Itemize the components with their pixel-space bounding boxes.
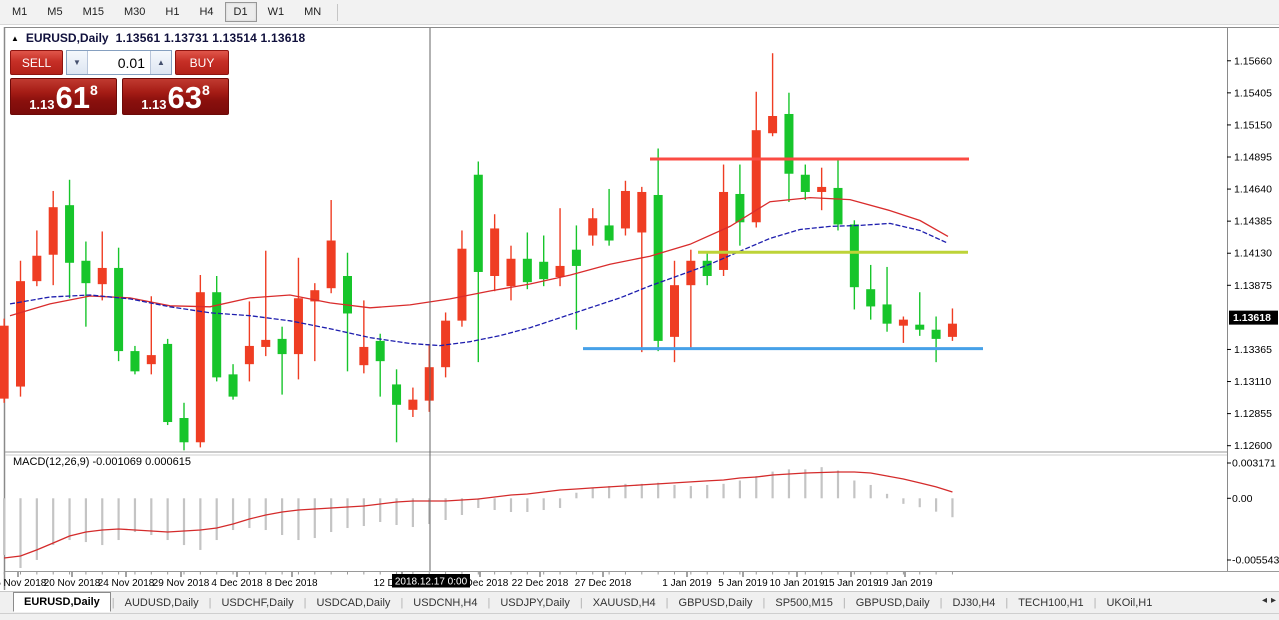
toolbar-separator xyxy=(337,4,338,21)
timeframe-button-m15[interactable]: M15 xyxy=(74,2,113,22)
svg-text:5 Jan 2019: 5 Jan 2019 xyxy=(718,578,768,589)
svg-text:15 Nov 2018: 15 Nov 2018 xyxy=(0,578,47,589)
svg-text:1.12855: 1.12855 xyxy=(1234,408,1272,420)
volume-increase-button[interactable]: ▲ xyxy=(150,51,171,74)
timeframe-button-m1[interactable]: M1 xyxy=(3,2,36,22)
svg-text:24 Nov 2018: 24 Nov 2018 xyxy=(98,578,155,589)
tab-separator: | xyxy=(112,597,115,609)
timeframe-button-mn[interactable]: MN xyxy=(295,2,330,22)
svg-text:1.15405: 1.15405 xyxy=(1234,87,1272,99)
sell-price-box[interactable]: 1.13618 xyxy=(10,78,117,115)
svg-text:27 Dec 2018: 27 Dec 2018 xyxy=(575,578,632,589)
svg-text:8 Dec 2018: 8 Dec 2018 xyxy=(266,578,318,589)
svg-text:4 Dec 2018: 4 Dec 2018 xyxy=(211,578,263,589)
svg-text:1.15150: 1.15150 xyxy=(1234,119,1272,131)
volume-decrease-button[interactable]: ▼ xyxy=(67,51,88,74)
buy-price-prefix: 1.13 xyxy=(141,98,166,111)
svg-text:1.13618: 1.13618 xyxy=(1233,312,1271,324)
symbol-tab-gbpusd-7[interactable]: GBPUSD,Daily xyxy=(670,595,762,611)
symbol-tab-usdcnh-4[interactable]: USDCNH,H4 xyxy=(404,595,486,611)
svg-text:1.14895: 1.14895 xyxy=(1234,152,1272,164)
svg-text:2018.12.17 0:00: 2018.12.17 0:00 xyxy=(395,577,468,588)
svg-text:1 Jan 2019: 1 Jan 2019 xyxy=(662,578,712,589)
svg-text:10 Jan 2019: 10 Jan 2019 xyxy=(769,578,824,589)
symbol-tab-xauusd-6[interactable]: XAUUSD,H4 xyxy=(584,595,665,611)
svg-text:1.14130: 1.14130 xyxy=(1234,248,1272,260)
status-bar xyxy=(0,613,1279,620)
buy-price-box[interactable]: 1.13638 xyxy=(122,78,229,115)
svg-text:-0.005543: -0.005543 xyxy=(1232,554,1279,566)
chart-ohlc-values: 1.13561 1.13731 1.13514 1.13618 xyxy=(116,31,306,45)
macd-indicator-label: MACD(12,26,9) -0.001069 0.000615 xyxy=(13,456,191,468)
sell-price-prefix: 1.13 xyxy=(29,98,54,111)
chart-title: ▲ EURUSD,Daily 1.13561 1.13731 1.13514 1… xyxy=(11,31,305,45)
chevron-up-icon: ▲ xyxy=(157,58,165,67)
timeframe-button-w1[interactable]: W1 xyxy=(259,2,294,22)
sell-price-sup: 8 xyxy=(90,82,98,98)
sell-price-big: 61 xyxy=(56,85,90,111)
timeframe-button-h4[interactable]: H4 xyxy=(190,2,222,22)
symbol-tab-usdjpy-5[interactable]: USDJPY,Daily xyxy=(491,595,579,611)
timeframe-button-d1[interactable]: D1 xyxy=(225,2,257,22)
svg-text:1.13110: 1.13110 xyxy=(1234,376,1271,388)
tab-separator: | xyxy=(580,597,583,609)
symbol-tab-ukoil-12[interactable]: UKOil,H1 xyxy=(1097,595,1161,611)
volume-input[interactable] xyxy=(88,51,150,74)
timeframe-button-m30[interactable]: M30 xyxy=(115,2,154,22)
svg-text:1.15660: 1.15660 xyxy=(1234,55,1272,67)
svg-text:0.00: 0.00 xyxy=(1232,493,1253,505)
svg-text:1.14640: 1.14640 xyxy=(1234,184,1272,196)
svg-text:0.003171: 0.003171 xyxy=(1232,458,1276,470)
tab-separator: | xyxy=(940,597,943,609)
tab-separator: | xyxy=(666,597,669,609)
svg-text:29 Nov 2018: 29 Nov 2018 xyxy=(153,578,210,589)
tab-separator: | xyxy=(843,597,846,609)
symbol-tab-usdcad-3[interactable]: USDCAD,Daily xyxy=(307,595,399,611)
buy-price-big: 63 xyxy=(168,85,202,111)
chart-symbol-label: EURUSD,Daily xyxy=(26,31,109,45)
svg-text:1.14385: 1.14385 xyxy=(1234,216,1272,228)
symbol-tab-audusd-1[interactable]: AUDUSD,Daily xyxy=(116,595,208,611)
tab-separator: | xyxy=(209,597,212,609)
svg-text:1.12600: 1.12600 xyxy=(1234,440,1272,452)
collapse-icon[interactable]: ▲ xyxy=(11,34,19,43)
svg-text:1.13365: 1.13365 xyxy=(1234,344,1272,356)
chevron-down-icon: ▼ xyxy=(73,58,81,67)
buy-button[interactable]: BUY xyxy=(175,50,229,75)
tab-separator: | xyxy=(1094,597,1097,609)
svg-text:19 Jan 2019: 19 Jan 2019 xyxy=(877,578,932,589)
symbol-tab-dj30-10[interactable]: DJ30,H4 xyxy=(944,595,1005,611)
one-click-trading-panel: SELL ▼ ▲ BUY 1.13618 1.13638 xyxy=(10,50,229,115)
symbol-tab-usdchf-2[interactable]: USDCHF,Daily xyxy=(212,595,302,611)
mt4-app: M1M5M15M30H1H4D1W1MN MACD(12,26,9) -0.00… xyxy=(0,0,1279,620)
svg-text:22 Dec 2018: 22 Dec 2018 xyxy=(512,578,569,589)
symbol-tab-gbpusd-9[interactable]: GBPUSD,Daily xyxy=(847,595,939,611)
tab-separator: | xyxy=(1005,597,1008,609)
tab-separator: | xyxy=(304,597,307,609)
tab-separator: | xyxy=(487,597,490,609)
sell-button[interactable]: SELL xyxy=(10,50,63,75)
tab-separator: | xyxy=(400,597,403,609)
svg-text:15 Jan 2019: 15 Jan 2019 xyxy=(823,578,878,589)
symbol-tab-sp500-8[interactable]: SP500,M15 xyxy=(766,595,841,611)
volume-stepper: ▼ ▲ xyxy=(66,50,172,75)
timeframe-toolbar: M1M5M15M30H1H4D1W1MN xyxy=(0,0,1279,25)
tab-scroll-right-icon[interactable]: ▸ xyxy=(1271,595,1276,606)
symbol-tab-eurusd-0[interactable]: EURUSD,Daily xyxy=(13,592,111,612)
svg-text:20 Nov 2018: 20 Nov 2018 xyxy=(44,578,101,589)
timeframe-button-m5[interactable]: M5 xyxy=(38,2,71,22)
svg-text:1.13875: 1.13875 xyxy=(1234,280,1272,292)
tab-separator: | xyxy=(763,597,766,609)
symbol-tab-tech100-11[interactable]: TECH100,H1 xyxy=(1009,595,1092,611)
tab-scroll-left-icon[interactable]: ◂ xyxy=(1262,595,1267,606)
timeframe-button-h1[interactable]: H1 xyxy=(156,2,188,22)
buy-price-sup: 8 xyxy=(202,82,210,98)
symbol-tabbar: EURUSD,Daily|AUDUSD,Daily|USDCHF,Daily|U… xyxy=(0,591,1279,613)
